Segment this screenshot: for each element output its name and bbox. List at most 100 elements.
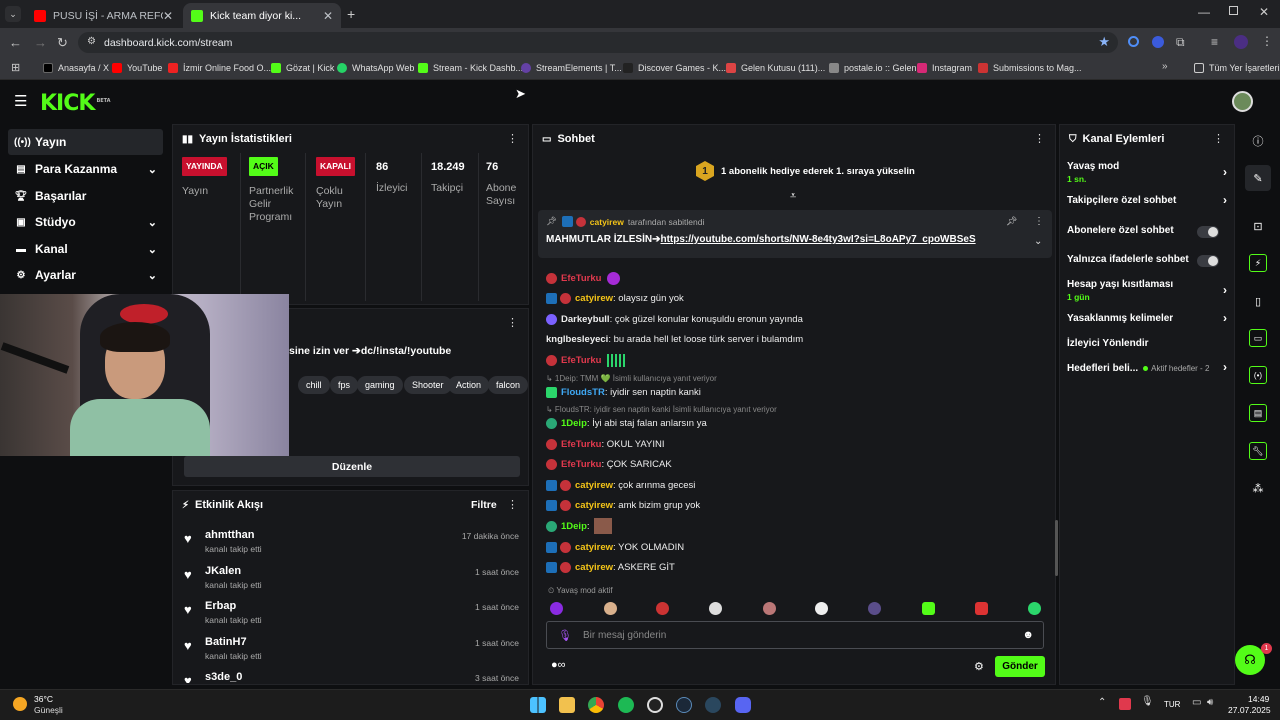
- emote-quick-8[interactable]: [922, 602, 935, 615]
- sidebar-item-ayarlar[interactable]: ⚙ Ayarlar ⌄: [8, 262, 163, 288]
- edit-icon[interactable]: ✎: [1245, 165, 1271, 191]
- document-icon[interactable]: ▯: [1245, 288, 1271, 314]
- layout-icon[interactable]: ▤: [1245, 400, 1271, 426]
- bookmark-item[interactable]: Submissions to Mag...: [978, 60, 1082, 76]
- bookmark-item[interactable]: YouTube: [112, 60, 162, 76]
- tray-app-icon[interactable]: [1119, 698, 1131, 710]
- user-avatar[interactable]: [1232, 91, 1253, 112]
- weather-icon[interactable]: [13, 697, 27, 711]
- extension-icon-2[interactable]: [1152, 36, 1164, 48]
- info-icon[interactable]: ⓘ: [1245, 128, 1271, 154]
- chat-settings-icon[interactable]: ⚙: [974, 660, 984, 673]
- wrench-icon[interactable]: 🔧︎: [1245, 438, 1271, 464]
- action-account-age[interactable]: Hesap yaşı kısıtlaması 1 gün ›: [1067, 279, 1227, 302]
- more-options-icon[interactable]: ⋮: [1034, 216, 1044, 227]
- bookmark-item[interactable]: İzmir Online Food O...: [168, 60, 271, 76]
- bookmark-item[interactable]: Gözat | Kick: [271, 60, 334, 76]
- more-bookmarks-icon[interactable]: »: [1162, 61, 1168, 72]
- emote-quick-9[interactable]: [975, 602, 988, 615]
- toggle-switch[interactable]: [1197, 255, 1219, 267]
- minimize-button[interactable]: —: [1198, 5, 1210, 19]
- media-control-icon[interactable]: ≡: [1211, 35, 1218, 49]
- action-followers-only[interactable]: Takipçilere özel sohbet ›: [1067, 193, 1227, 207]
- more-options-icon[interactable]: ⋮: [507, 498, 518, 511]
- bookmark-item[interactable]: StreamElements | T...: [521, 60, 622, 76]
- more-options-icon[interactable]: ⋮: [1034, 132, 1045, 145]
- emoji-icon[interactable]: ☻: [1022, 629, 1034, 641]
- bookmark-item[interactable]: Gelen Kutusu (111)...: [726, 60, 825, 76]
- reload-icon[interactable]: ↻: [57, 35, 68, 51]
- tab-list-button[interactable]: ⌄: [5, 6, 21, 22]
- browser-tab-kick[interactable]: Kick team diyor ki... ✕: [183, 3, 341, 28]
- more-options-icon[interactable]: ⋮: [507, 132, 518, 145]
- close-window-button[interactable]: ✕: [1259, 5, 1269, 19]
- expand-chevron-icon[interactable]: ⌄: [1034, 236, 1042, 247]
- microphone-icon[interactable]: 🎙︎: [558, 629, 572, 642]
- pinned-link[interactable]: https://youtube.com/shorts/NW-8e4ty3wI?s…: [660, 234, 975, 245]
- emote-quick-7[interactable]: [868, 602, 881, 615]
- bookmark-item[interactable]: WhatsApp Web: [337, 60, 414, 76]
- network-icon[interactable]: ▭: [1192, 697, 1201, 708]
- lightning-icon[interactable]: ⚡︎: [1245, 250, 1271, 276]
- maximize-button[interactable]: [1229, 6, 1238, 15]
- capture-icon[interactable]: ⊡: [1245, 213, 1271, 239]
- windows-start-icon[interactable]: [530, 697, 546, 713]
- extension-icon-1[interactable]: [1128, 36, 1139, 47]
- browser-menu-icon[interactable]: ⋮: [1261, 34, 1273, 48]
- file-explorer-icon[interactable]: [559, 697, 575, 713]
- bookmark-item[interactable]: postale.io :: Gelen: [829, 60, 917, 76]
- action-banned-words[interactable]: Yasaklanmış kelimeler ›: [1067, 311, 1227, 325]
- sidebar-item-yayin[interactable]: ((•)) Yayın: [8, 129, 163, 155]
- volume-icon[interactable]: 🔊︎: [1207, 697, 1213, 708]
- close-tab-icon[interactable]: ✕: [163, 9, 173, 23]
- tray-chevron-icon[interactable]: ⌃: [1098, 697, 1106, 708]
- clock-time[interactable]: 14:49: [1248, 694, 1269, 704]
- extensions-puzzle-icon[interactable]: ⧉: [1176, 35, 1185, 50]
- apps-grid-icon[interactable]: ⊞: [11, 61, 20, 74]
- steam-icon[interactable]: [676, 697, 692, 713]
- spotify-icon[interactable]: [618, 697, 634, 713]
- bookmark-item[interactable]: Discover Games - K...: [623, 60, 726, 76]
- all-bookmarks-item[interactable]: Tüm Yer İşaretleri: [1194, 60, 1280, 76]
- apps-icon[interactable]: ⁂: [1245, 475, 1271, 501]
- emote-quick-1[interactable]: [550, 602, 563, 615]
- language-indicator[interactable]: TUR: [1164, 700, 1180, 709]
- sidebar-item-basarilar[interactable]: 🏆︎ Başarılar: [8, 183, 163, 209]
- sidebar-item-para-kazanma[interactable]: ▤ Para Kazanma ⌄: [8, 156, 163, 182]
- bookmark-star-icon[interactable]: ★: [1098, 34, 1110, 50]
- action-slow-mode[interactable]: Yavaş mod 1 sn. ›: [1067, 161, 1227, 184]
- more-options-icon[interactable]: ⋮: [1213, 132, 1224, 145]
- toggle-switch[interactable]: [1197, 226, 1219, 238]
- site-info-icon[interactable]: ⚙: [87, 36, 96, 47]
- send-button[interactable]: Gönder: [995, 656, 1045, 677]
- clock-date[interactable]: 27.07.2025: [1228, 705, 1271, 715]
- chrome-icon[interactable]: [588, 697, 604, 713]
- back-icon[interactable]: ←: [9, 35, 22, 50]
- profile-avatar-icon[interactable]: [1234, 35, 1248, 49]
- unpin-icon[interactable]: 📌︎: [1006, 216, 1017, 227]
- browser-tab-youtube[interactable]: PUSU İŞİ - ARMA REFORGER - Y ✕: [26, 3, 181, 28]
- action-host[interactable]: İzleyici Yönlendir: [1067, 338, 1227, 349]
- steam-alt-icon[interactable]: [705, 697, 721, 713]
- emote-quick-10[interactable]: [1028, 602, 1041, 615]
- action-emotes-only[interactable]: Yalnızca ifadelerle sohbet: [1067, 254, 1227, 267]
- chat-scrollbar[interactable]: [1055, 520, 1058, 576]
- broadcast-icon[interactable]: (•): [1245, 362, 1271, 388]
- action-goals[interactable]: Hedefleri beli... Aktif hedefler - 2 ›: [1067, 360, 1227, 374]
- hamburger-menu-icon[interactable]: ☰: [14, 92, 27, 110]
- emote-quick-6[interactable]: [815, 602, 828, 615]
- obs-icon[interactable]: [647, 697, 663, 713]
- emote-quick-4[interactable]: [709, 602, 722, 615]
- collapse-icon[interactable]: ⩡: [790, 190, 796, 203]
- microphone-tray-icon[interactable]: 🎙︎: [1141, 696, 1154, 707]
- chat-icon[interactable]: ▭: [1245, 325, 1271, 351]
- sidebar-item-studyo[interactable]: ▣ Stüdyo ⌄: [8, 209, 163, 235]
- address-bar[interactable]: ⚙ dashboard.kick.com/stream ★: [78, 32, 1118, 53]
- points-icon[interactable]: ●∞: [551, 659, 566, 671]
- action-subscribers-only[interactable]: Abonelere özel sohbet: [1067, 225, 1227, 238]
- new-tab-button[interactable]: +: [347, 6, 355, 22]
- emote-quick-5[interactable]: [763, 602, 776, 615]
- sidebar-item-kanal[interactable]: ▬ Kanal ⌄: [8, 236, 163, 262]
- bookmark-item[interactable]: Stream - Kick Dashb...: [418, 60, 523, 76]
- more-options-icon[interactable]: ⋮: [507, 316, 518, 329]
